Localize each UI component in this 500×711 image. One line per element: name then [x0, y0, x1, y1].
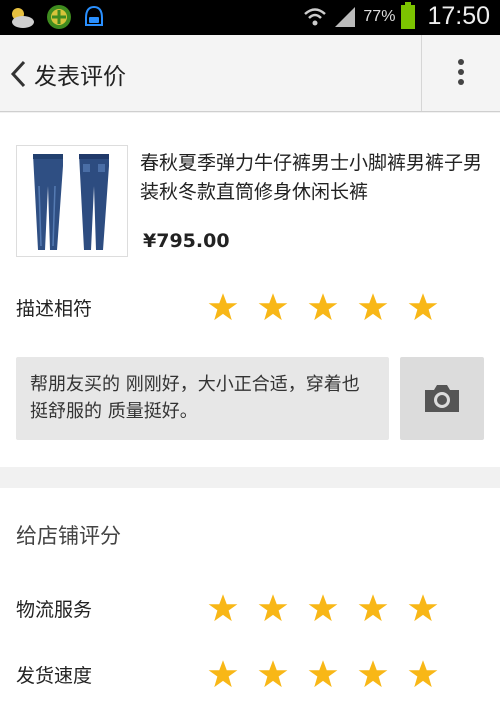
- status-bar-system: 77% 17:50: [303, 1, 490, 31]
- product-name: 春秋夏季弹力牛仔裤男士小脚裤男裤子男装秋冬款直筒修身休闲长裤: [140, 152, 483, 203]
- star-icon[interactable]: [208, 659, 238, 689]
- battery-icon: [401, 1, 416, 29]
- section-title: 给店铺评分: [16, 524, 121, 548]
- page-title: 发表评价: [34, 64, 126, 90]
- star-icon[interactable]: [258, 659, 288, 689]
- star-icon[interactable]: [258, 593, 288, 623]
- star-icon[interactable]: [308, 292, 338, 322]
- star-icon[interactable]: [408, 593, 438, 623]
- more-vertical-icon[interactable]: [449, 59, 473, 89]
- star-icon[interactable]: [308, 593, 338, 623]
- battery-percent: 77%: [363, 7, 396, 25]
- product-image[interactable]: [16, 145, 128, 257]
- jeans-image: [33, 154, 109, 250]
- shipping-speed-rating-label: 发货速度: [16, 665, 93, 687]
- app-update-icon: [47, 5, 71, 29]
- star-icon[interactable]: [208, 593, 238, 623]
- star-icon[interactable]: [258, 292, 288, 322]
- status-bar: 77% 17:50: [0, 0, 500, 35]
- app-bar: 发表评价: [0, 35, 500, 112]
- star-icon[interactable]: [358, 292, 388, 322]
- description-rating-stars[interactable]: [208, 292, 438, 322]
- review-comment-field[interactable]: 帮朋友买的 刚刚好，大小正合适，穿着也挺舒服的 质量挺好。: [16, 357, 389, 440]
- star-icon[interactable]: [408, 292, 438, 322]
- star-icon[interactable]: [208, 292, 238, 322]
- star-icon[interactable]: [358, 593, 388, 623]
- wifi-icon: [304, 7, 327, 25]
- weather-icon: [12, 8, 34, 28]
- back-button[interactable]: [8, 59, 30, 89]
- signal-icon: [335, 6, 356, 27]
- clock: 17:50: [427, 2, 490, 30]
- logistics-rating-stars[interactable]: [208, 593, 438, 623]
- product-review-card: 春秋夏季弹力牛仔裤男士小脚裤男裤子男装秋冬款直筒修身休闲长裤 ¥795.00 描…: [0, 113, 500, 467]
- status-bar-notifications: [6, 4, 106, 30]
- star-icon[interactable]: [308, 659, 338, 689]
- divider: [421, 35, 422, 111]
- description-rating-label: 描述相符: [16, 298, 93, 320]
- product-price: ¥795.00: [143, 230, 230, 252]
- logistics-rating-label: 物流服务: [16, 599, 93, 621]
- star-icon[interactable]: [408, 659, 438, 689]
- shipping-speed-rating-stars[interactable]: [208, 659, 438, 689]
- star-icon[interactable]: [358, 659, 388, 689]
- add-photo-button[interactable]: [400, 357, 484, 440]
- camera-icon: [425, 385, 459, 412]
- chevron-left-icon: [10, 60, 26, 88]
- shop-rating-card: 给店铺评分 物流服务 发货速度: [0, 488, 500, 711]
- notification-icon: [85, 5, 103, 26]
